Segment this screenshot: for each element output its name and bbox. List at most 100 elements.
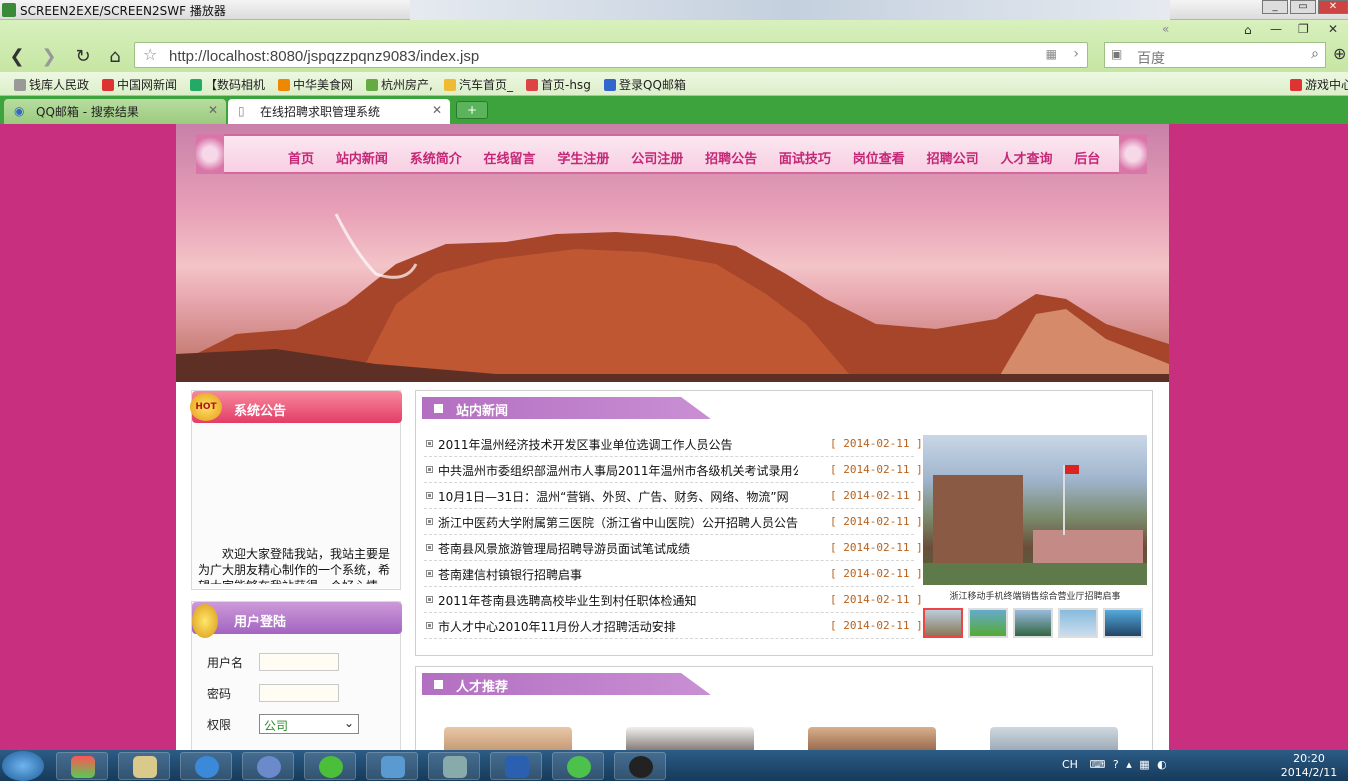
news-item[interactable]: 10月1日—31日：温州“营销、外贸、广告、财务、网络、物流”网 [ 2014-0…	[424, 483, 923, 509]
qr-icon[interactable]: ▦	[1046, 47, 1057, 61]
taskbar-app[interactable]	[490, 752, 542, 780]
username-input[interactable]	[259, 653, 339, 671]
clock[interactable]: 20:20 2014/2/11	[1272, 752, 1346, 780]
home-button[interactable]: ⌂	[104, 46, 126, 67]
thumbnail[interactable]	[1103, 608, 1143, 638]
news-item-title[interactable]: 2011年温州经济技术开发区事业单位选调工作人员公告	[438, 436, 798, 453]
taskbar-app[interactable]	[242, 752, 294, 780]
start-button[interactable]	[2, 751, 44, 781]
nav-online-message[interactable]: 在线留言	[484, 148, 536, 167]
keyboard-icon[interactable]: ⌨	[1089, 758, 1105, 771]
news-item[interactable]: 市人才中心2010年11月份人才招聘活动安排 [ 2014-02-11 ]	[424, 613, 923, 639]
tab-recruit-system[interactable]: ▯ 在线招聘求职管理系统 ✕	[228, 99, 450, 124]
nav-admin[interactable]: 后台	[1074, 148, 1100, 167]
forward-button[interactable]: ❯	[38, 46, 60, 67]
header-tail	[681, 673, 711, 695]
bookmark-item[interactable]: 登录QQ邮箱	[604, 76, 686, 93]
taskbar-app[interactable]	[304, 752, 356, 780]
nav-talent-search[interactable]: 人才查询	[1000, 148, 1052, 167]
taskbar-app[interactable]	[118, 752, 170, 780]
bookmark-item[interactable]: 中华美食网	[278, 76, 353, 93]
bookmark-item[interactable]: 【数码相机	[190, 76, 265, 93]
reload-button[interactable]: ↻	[72, 46, 94, 67]
news-item-title[interactable]: 苍南建信村镇银行招聘启事	[438, 566, 798, 583]
news-item-title[interactable]: 市人才中心2010年11月份人才招聘活动安排	[438, 618, 798, 635]
nav-home[interactable]: 首页	[288, 148, 314, 167]
role-select[interactable]: 公司 ⌄	[259, 714, 359, 734]
news-item-title[interactable]: 浙江中医药大学附属第三医院（浙江省中山医院）公开招聘人员公告	[438, 514, 798, 531]
collapse-icon[interactable]: «	[1162, 22, 1169, 36]
taskbar-app[interactable]	[366, 752, 418, 780]
nav-site-news[interactable]: 站内新闻	[336, 148, 388, 167]
search-icon[interactable]: ⌕	[1311, 46, 1319, 62]
news-item-title[interactable]: 10月1日—31日：温州“营销、外贸、广告、财务、网络、物流”网	[438, 488, 798, 505]
news-item[interactable]: 浙江中医药大学附属第三医院（浙江省中山医院）公开招聘人员公告 [ 2014-02-…	[424, 509, 923, 535]
close-tab-icon[interactable]: ✕	[208, 103, 218, 117]
news-item-date: [ 2014-02-11 ]	[830, 437, 923, 450]
bookmark-item[interactable]: 钱库人民政	[14, 76, 89, 93]
maximize-button[interactable]: ▭	[1290, 0, 1316, 14]
taskbar-app[interactable]	[180, 752, 232, 780]
taskbar-app[interactable]	[614, 752, 666, 780]
close-tab-icon[interactable]: ✕	[432, 103, 442, 117]
minimize-browser-icon[interactable]: —	[1270, 22, 1282, 36]
address-bar[interactable]: ☆ http://localhost:8080/jspqzzpqnz9083/i…	[134, 42, 1088, 68]
restore-browser-icon[interactable]: ❐	[1298, 22, 1309, 36]
thumbnail[interactable]	[1013, 608, 1053, 638]
bookmark-item[interactable]: 首页-hsg	[526, 76, 591, 93]
network-icon[interactable]: ▦	[1139, 758, 1149, 771]
close-browser-icon[interactable]: ✕	[1328, 22, 1338, 36]
thumbnail[interactable]	[968, 608, 1008, 638]
nav-interview-tips[interactable]: 面试技巧	[779, 148, 831, 167]
new-tab-button[interactable]: +	[456, 101, 488, 119]
news-item[interactable]: 中共温州市委组织部温州市人事局2011年温州市各级机关考试录用公 [ 2014-0…	[424, 457, 923, 483]
nav-student-register[interactable]: 学生注册	[557, 148, 609, 167]
thumbnail[interactable]	[1058, 608, 1098, 638]
talent-photo[interactable]	[990, 727, 1118, 750]
search-box[interactable]: ▣ 百度 ⌕	[1104, 42, 1326, 68]
help-icon[interactable]: ?	[1113, 758, 1119, 771]
bookmark-star-icon[interactable]: ☆	[143, 45, 157, 64]
go-forward-icon[interactable]: ›	[1073, 46, 1079, 62]
news-item[interactable]: 苍南县风景旅游管理局招聘导游员面试笔试成绩 [ 2014-02-11 ]	[424, 535, 923, 561]
password-input[interactable]	[259, 684, 339, 702]
back-button[interactable]: ❮	[6, 46, 28, 67]
bookmark-item-games[interactable]: 游戏中心	[1290, 76, 1348, 93]
ground-shape	[923, 563, 1147, 585]
minimize-button[interactable]: _	[1262, 0, 1288, 14]
shirt-icon[interactable]: ⌂	[1244, 23, 1252, 37]
tab-qq-mail[interactable]: ◉ QQ邮箱 - 搜索结果 ✕	[4, 99, 226, 124]
language-indicator[interactable]: CH	[1062, 758, 1078, 771]
password-label: 密码	[207, 687, 232, 701]
nav-recruit-company[interactable]: 招聘公司	[927, 148, 979, 167]
taskbar-app[interactable]	[56, 752, 108, 780]
news-item[interactable]: 苍南建信村镇银行招聘启事 [ 2014-02-11 ]	[424, 561, 923, 587]
talent-photo[interactable]	[444, 727, 572, 750]
search-engine-icon[interactable]: ▣	[1111, 47, 1122, 61]
news-photo[interactable]	[923, 435, 1147, 585]
tab-favicon-icon: ▯	[238, 104, 245, 118]
bookmark-item[interactable]: 汽车首页_	[444, 76, 513, 93]
nav-recruit-notice[interactable]: 招聘公告	[705, 148, 757, 167]
tray-arrow-icon[interactable]: ▴	[1126, 758, 1132, 771]
taskbar-app[interactable]	[552, 752, 604, 780]
bookmark-item[interactable]: 杭州房产,	[366, 76, 433, 93]
bookmark-label: 首页-hsg	[541, 78, 591, 92]
talent-photo[interactable]	[808, 727, 936, 750]
news-item[interactable]: 2011年苍南县选聘高校毕业生到村任职体检通知 [ 2014-02-11 ]	[424, 587, 923, 613]
news-item-title[interactable]: 2011年苍南县选聘高校毕业生到村任职体检通知	[438, 592, 798, 609]
nav-job-view[interactable]: 岗位查看	[853, 148, 905, 167]
nav-company-register[interactable]: 公司注册	[631, 148, 683, 167]
taskbar-app[interactable]	[428, 752, 480, 780]
news-item-title[interactable]: 苍南县风景旅游管理局招聘导游员面试笔试成绩	[438, 540, 798, 557]
volume-icon[interactable]: ◐	[1157, 758, 1167, 771]
thumbnail[interactable]	[923, 608, 963, 638]
talent-photo[interactable]	[626, 727, 754, 750]
download-icon[interactable]: ⊕	[1333, 44, 1346, 63]
close-window-button[interactable]: ✕	[1318, 0, 1348, 14]
news-item[interactable]: 2011年温州经济技术开发区事业单位选调工作人员公告 [ 2014-02-11 ]	[424, 431, 923, 457]
player-icon	[567, 756, 591, 778]
bookmark-item[interactable]: 中国网新闻	[102, 76, 177, 93]
news-item-title[interactable]: 中共温州市委组织部温州市人事局2011年温州市各级机关考试录用公	[438, 462, 798, 479]
nav-system-intro[interactable]: 系统简介	[410, 148, 462, 167]
